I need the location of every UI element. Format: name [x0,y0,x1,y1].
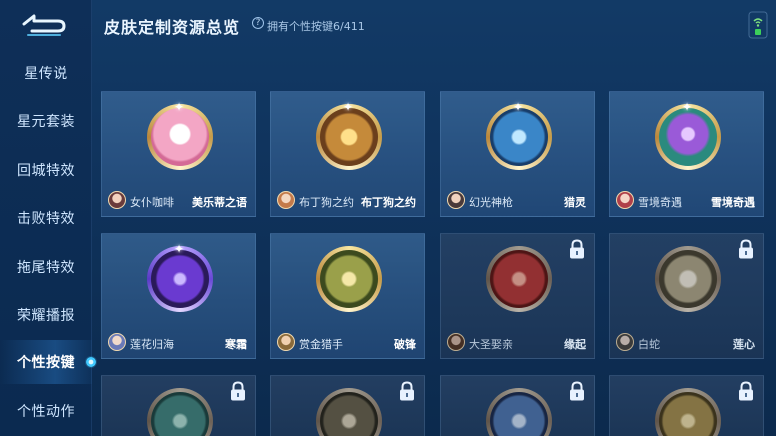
hero-name: 布丁狗之约 [299,196,354,209]
resource-card-locked[interactable]: 大圣娶亲 缘起 [440,233,595,359]
hero-name: 白蛇 [638,338,660,351]
lock-icon [739,381,753,401]
lock-icon [739,239,753,259]
hero-name: 大圣娶亲 [469,338,513,351]
lock-icon [570,239,584,259]
golden-bow-wand-icon: ✦ [316,101,382,170]
avatar [108,191,126,209]
resource-card-locked[interactable] [609,375,764,436]
avatar [447,191,465,209]
avatar [108,333,126,351]
back-arrow-icon [22,14,66,36]
skin-name: 缘起 [564,338,586,351]
purple-lotus-icon: ✦ [655,101,721,170]
resource-card[interactable]: ✦ 幻光神枪 猎灵 [440,91,595,217]
status-indicators [748,10,768,40]
hero-name: 雪境奇遇 [638,196,682,209]
resource-card-locked[interactable] [270,375,425,436]
blue-wing-icon [486,388,552,436]
sidebar-item-custom-actions[interactable]: 个性动作 [0,399,92,423]
sidebar-item-recall-effect[interactable]: 回城特效 [0,158,92,182]
wifi-icon [748,11,768,39]
white-snake-lotus-icon [655,246,721,312]
resource-card[interactable]: 赏金猎手 破锋 [270,233,425,359]
lock-icon [231,381,245,401]
hero-name: 莲花归海 [130,338,174,351]
skin-name: 布丁狗之约 [361,196,416,209]
skin-name: 莲心 [733,338,755,351]
sidebar-item-custom-buttons[interactable]: 个性按键 [0,350,97,374]
skin-name: 寒霜 [225,338,247,351]
crescent-blade-icon: ✦ [147,243,213,312]
resource-card-locked[interactable] [101,375,256,436]
teal-crest-icon [147,388,213,436]
hero-name: 女仆咖啡 [130,196,174,209]
golden-feather-sword-icon [316,246,382,312]
sidebar-nav: 星传说 星元套装 回城特效 击败特效 拖尾特效 荣耀播报 个性按键 个性动作 [0,0,97,436]
resource-card[interactable]: ✦ 女仆咖啡 美乐蒂之语 [101,91,256,217]
skin-name: 雪境奇遇 [711,196,755,209]
avatar [616,333,634,351]
hero-name: 幻光神枪 [469,196,513,209]
help-icon[interactable]: ? [252,17,264,29]
resource-card-locked[interactable]: 白蛇 莲心 [609,233,764,359]
skin-name: 猎灵 [564,196,586,209]
battery-icon [755,29,761,35]
active-indicator-dot [85,356,97,368]
skin-name: 破锋 [394,338,416,351]
red-scroll-icon [486,246,552,312]
sidebar-item-glory-broadcast[interactable]: 荣耀播报 [0,303,92,327]
avatar [447,333,465,351]
avatar [277,191,295,209]
hero-name: 赏金猎手 [299,338,343,351]
sidebar-item-trail-effect[interactable]: 拖尾特效 [0,255,92,279]
owned-count-text: 拥有个性按键6/411 [267,20,365,33]
sidebar-item-star-legend[interactable]: 星传说 [0,61,92,85]
skin-name: 美乐蒂之语 [192,196,247,209]
golden-ornament-icon [655,388,721,436]
back-button[interactable] [18,10,70,38]
lock-icon [400,381,414,401]
page-title: 皮肤定制资源总览 [104,18,241,37]
resource-card[interactable]: ✦ 布丁狗之约 布丁狗之约 [270,91,425,217]
lock-icon [570,381,584,401]
sidebar-item-star-suit[interactable]: 星元套装 [0,109,92,133]
resource-card[interactable]: ✦ 莲花归海 寒霜 [101,233,256,359]
resource-card[interactable]: ✦ 雪境奇遇 雪境奇遇 [609,91,764,217]
avatar [277,333,295,351]
avatar [616,191,634,209]
crystal-spear-icon: ✦ [486,101,552,170]
bronze-blade-icon [316,388,382,436]
pink-bunny-doll-icon: ✦ [147,101,213,170]
sidebar-item-kill-effect[interactable]: 击败特效 [0,206,92,230]
resource-card-locked[interactable] [440,375,595,436]
